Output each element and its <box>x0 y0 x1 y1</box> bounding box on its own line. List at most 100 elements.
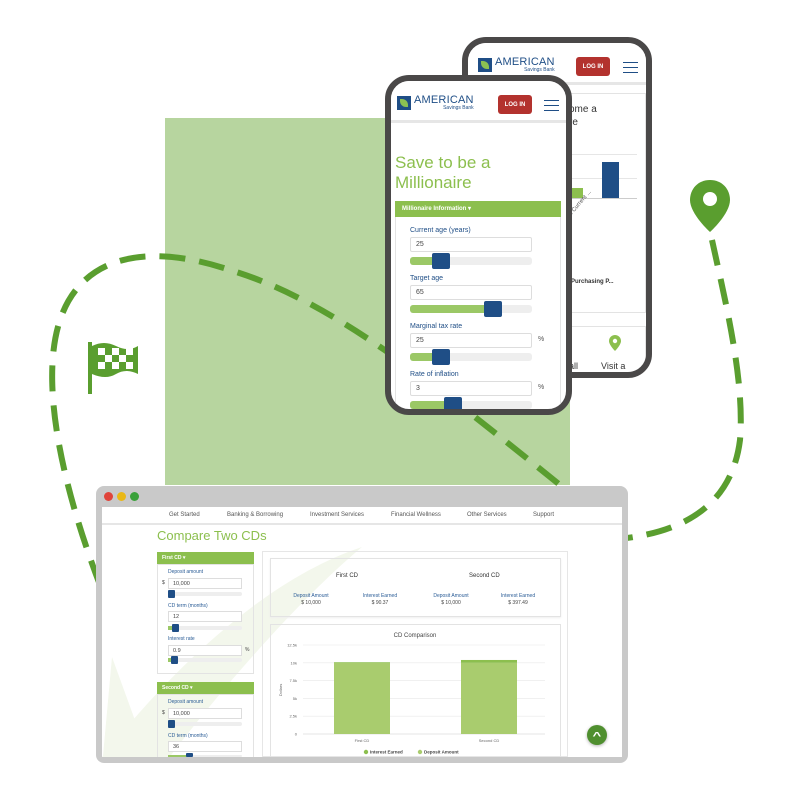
chevron-up-icon: ^ <box>592 730 602 742</box>
visit-link[interactable]: Visit a <box>601 361 625 371</box>
field-label: CD term (months) <box>168 733 208 739</box>
legend-item: Interest Earned <box>370 750 403 755</box>
x-tick-label: First CD <box>355 738 370 743</box>
legend-marker <box>363 749 369 755</box>
slider[interactable] <box>410 301 532 317</box>
interest-rate-input[interactable]: 0.9 <box>168 645 242 656</box>
currency-prefix: $ <box>162 580 165 586</box>
logo-text: AMERICAN <box>414 94 474 106</box>
slider-handle[interactable] <box>444 397 462 409</box>
hamburger-menu-icon[interactable] <box>623 62 638 73</box>
maximize-dot[interactable] <box>130 492 139 501</box>
field-input[interactable]: 3 <box>410 381 532 396</box>
map-pin-icon <box>609 335 621 351</box>
chart-title: CD Comparison <box>394 633 437 639</box>
page-title: Save to be a Millionaire <box>395 153 490 193</box>
minimize-dot[interactable] <box>117 492 126 501</box>
percent-unit: % <box>245 647 250 653</box>
field-label: Rate of inflation <box>410 371 459 378</box>
bar-deposit-amount <box>461 662 517 734</box>
y-tick-label: 0 <box>295 732 298 737</box>
slider-fill <box>410 305 493 313</box>
field-label: Deposit amount <box>168 699 204 705</box>
cd-term-input[interactable]: 36 <box>168 741 242 752</box>
bar-blue <box>602 162 619 198</box>
deposit-amount-input[interactable]: 10,000 <box>168 578 242 589</box>
field-label: Interest rate <box>168 636 195 642</box>
legend-item: Deposit Amount <box>424 750 459 755</box>
header: AMERICAN Savings Bank LOG IN <box>391 81 566 123</box>
unit-label: % <box>538 384 545 391</box>
nav-item[interactable]: Banking & Borrowing <box>227 512 283 518</box>
bar-deposit-amount <box>334 662 390 734</box>
nav-item[interactable]: Financial Wellness <box>391 512 441 518</box>
login-button[interactable]: LOG IN <box>498 95 532 114</box>
y-tick-label: 7.5k <box>289 678 297 683</box>
nav-item[interactable]: Get Started <box>169 512 200 518</box>
summary-title: Second CD <box>469 573 500 579</box>
page-title: Compare Two CDs <box>157 528 267 543</box>
y-axis-label: Dollars <box>278 684 283 696</box>
deposit-slider[interactable] <box>168 590 242 598</box>
field-label: Current age (years) <box>410 227 471 234</box>
field-label: Target age <box>410 275 444 282</box>
field-label: Deposit amount <box>168 569 204 575</box>
field-label: Marginal tax rate <box>410 323 463 330</box>
y-tick-label: 2.5k <box>289 714 297 719</box>
nav-item[interactable]: Support <box>533 512 554 518</box>
term-slider[interactable] <box>168 624 242 632</box>
deposit-slider[interactable] <box>168 720 242 728</box>
slider[interactable] <box>410 253 532 269</box>
nav-item[interactable]: Other Services <box>467 512 507 518</box>
summary-value: $ 10,000 <box>301 600 321 606</box>
legend-marker <box>417 749 423 755</box>
summary-value: $ 10,000 <box>441 600 461 606</box>
logo: AMERICAN Savings Bank <box>397 95 474 111</box>
y-tick-label: 10k <box>291 660 297 665</box>
field-input[interactable]: 25 <box>410 333 532 348</box>
logo: AMERICAN Savings Bank <box>478 57 555 73</box>
field-label: CD term (months) <box>168 603 208 609</box>
first-cd-toggle[interactable]: First CD ▾ <box>157 552 254 564</box>
summary-label: Deposit Amount <box>293 593 329 599</box>
summary-label: Deposit Amount <box>433 593 469 599</box>
title-line: Millionaire <box>395 173 472 192</box>
checkered-flag-icon <box>88 342 138 394</box>
cd-term-input[interactable]: 12 <box>168 611 242 622</box>
slider[interactable] <box>410 349 532 365</box>
title-line: Save to be a <box>395 153 491 172</box>
unit-label: % <box>538 336 545 343</box>
login-button[interactable]: LOG IN <box>576 57 610 76</box>
slider-handle[interactable] <box>432 349 450 365</box>
slider-handle[interactable] <box>484 301 502 317</box>
y-tick-label: 12.5k <box>287 643 297 648</box>
rate-slider[interactable] <box>168 656 242 664</box>
front-phone: AMERICAN Savings Bank LOG IN Save to be a… <box>385 75 572 415</box>
close-dot[interactable] <box>104 492 113 501</box>
nav-item[interactable]: Investment Services <box>310 512 364 518</box>
map-pin-icon <box>690 180 730 232</box>
summary-box <box>270 558 561 617</box>
term-slider[interactable] <box>168 753 242 757</box>
summary-value: $ 397.49 <box>508 600 528 606</box>
x-tick-label: Second CD <box>479 738 500 743</box>
scroll-top-button[interactable]: ^ <box>587 725 607 745</box>
summary-label: Interest Earned <box>362 593 398 599</box>
second-cd-toggle[interactable]: Second CD ▾ <box>157 682 254 694</box>
deposit-amount-input[interactable]: 10,000 <box>168 708 242 719</box>
bar-interest-earned <box>334 662 390 663</box>
title-fragment: ome a <box>569 104 597 115</box>
summary-label: Interest Earned <box>500 593 536 599</box>
bar-interest-earned <box>461 659 517 663</box>
cd-comparison-chart: CD Comparison 0 2.5k 5k 7.5k 10k 12.5k Dollars F… <box>278 633 545 755</box>
section-toggle[interactable]: Millionaire Information ▾ <box>395 201 561 217</box>
slider[interactable] <box>410 397 532 409</box>
hamburger-menu-icon[interactable] <box>544 100 559 111</box>
field-input[interactable]: 65 <box>410 285 532 300</box>
currency-prefix: $ <box>162 710 165 716</box>
slider-handle[interactable] <box>432 253 450 269</box>
summary-value: $ 90.37 <box>371 600 389 606</box>
logo-text: AMERICAN <box>495 56 555 68</box>
field-input[interactable]: 25 <box>410 237 532 252</box>
legend-item: Purchasing P... <box>571 279 614 285</box>
